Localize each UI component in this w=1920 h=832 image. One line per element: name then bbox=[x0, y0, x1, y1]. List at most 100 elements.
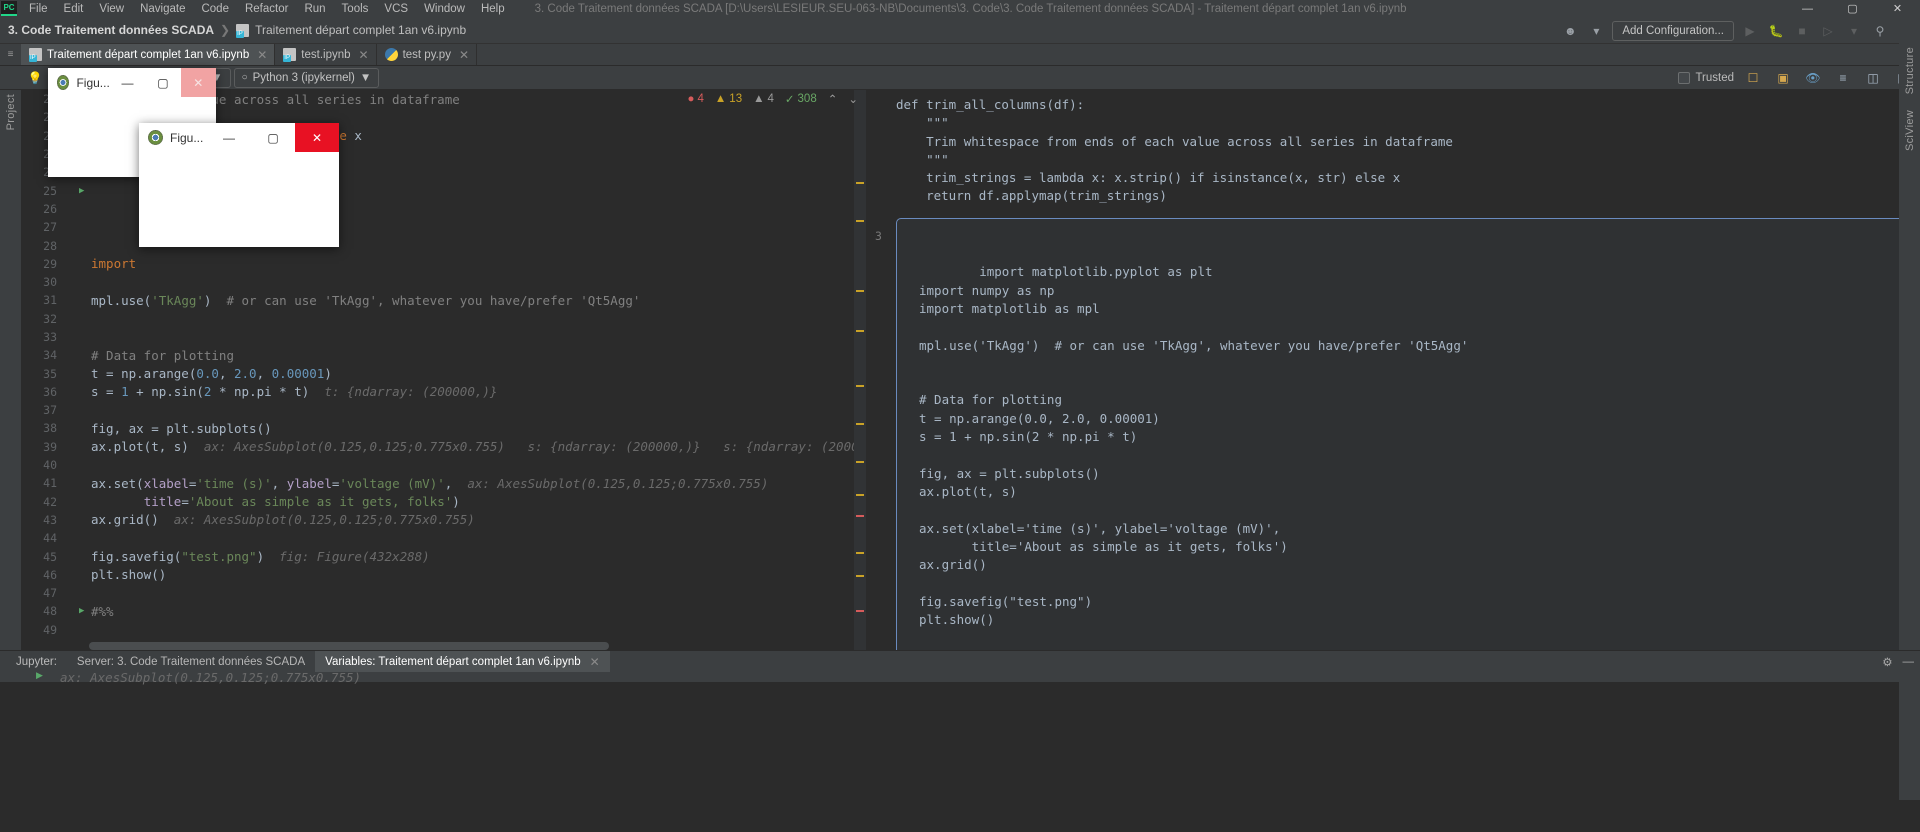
breadcrumb-file[interactable]: Traitement départ complet 1an v6.ipynb bbox=[255, 23, 466, 37]
menu-item-help[interactable]: Help bbox=[473, 2, 513, 16]
menu-item-edit[interactable]: Edit bbox=[56, 2, 92, 16]
trusted-checkbox[interactable]: Trusted bbox=[1678, 72, 1734, 84]
breadcrumb-separator: ❯ bbox=[220, 23, 230, 37]
close-button[interactable]: ✕ bbox=[295, 123, 339, 152]
add-configuration-button[interactable]: Add Configuration... bbox=[1612, 21, 1734, 41]
sciview-tool-label[interactable]: SciView bbox=[1904, 110, 1916, 151]
close-icon[interactable]: ✕ bbox=[359, 48, 369, 62]
menu-item-tools[interactable]: Tools bbox=[334, 2, 377, 16]
profile-icon[interactable]: ▾ bbox=[1844, 21, 1864, 41]
code-line[interactable]: 42 title='About as simple as it gets, fo… bbox=[21, 493, 866, 511]
code-line[interactable]: 40 bbox=[21, 456, 866, 474]
editor-marker-track[interactable] bbox=[854, 90, 866, 650]
weak-warning-count[interactable]: ▲ 4 bbox=[753, 93, 774, 105]
figure-window-2-titlebar[interactable]: Figu... — ▢ ✕ bbox=[139, 123, 339, 152]
figure-window-2[interactable]: Figu... — ▢ ✕ bbox=[139, 123, 339, 247]
code-line[interactable]: 38fig, ax = plt.subplots() bbox=[21, 419, 866, 437]
code-line[interactable]: 46plt.show() bbox=[21, 566, 866, 584]
typo-count[interactable]: ✓ 308 bbox=[785, 92, 817, 106]
code-text: ax.plot(t, s) ax: AxesSubplot(0.125,0.12… bbox=[89, 439, 866, 454]
line-number: 46 bbox=[21, 568, 67, 582]
code-line[interactable]: 34# Data for plotting bbox=[21, 346, 866, 364]
code-line[interactable]: 41ax.set(xlabel='time (s)', ylabel='volt… bbox=[21, 474, 866, 492]
breadcrumb-project[interactable]: 3. Code Traitement données SCADA bbox=[8, 23, 214, 37]
code-line[interactable]: 45fig.savefig("test.png") fig: Figure(43… bbox=[21, 547, 866, 565]
code-line[interactable]: 30 bbox=[21, 273, 866, 291]
search-icon[interactable]: ⚲ bbox=[1870, 21, 1890, 41]
warning-count[interactable]: ▲ 13 bbox=[715, 93, 742, 105]
menu-item-view[interactable]: View bbox=[91, 2, 132, 16]
code-line[interactable]: 44 bbox=[21, 529, 866, 547]
tab-test-notebook[interactable]: test.ipynb ✕ bbox=[275, 44, 376, 65]
markdown-icon[interactable]: ☐ bbox=[1742, 68, 1764, 88]
coverage-icon[interactable]: ▷ bbox=[1818, 21, 1838, 41]
close-icon[interactable]: ✕ bbox=[459, 48, 469, 62]
debug-icon[interactable]: 🐛 bbox=[1766, 21, 1786, 41]
window-controls: — ▢ ✕ bbox=[1785, 0, 1920, 17]
chevron-down-icon[interactable]: ▾ bbox=[1586, 21, 1606, 41]
kernel-selector[interactable]: ○ Python 3 (ipykernel) ▼ bbox=[234, 68, 380, 88]
close-icon[interactable]: ✕ bbox=[257, 48, 267, 62]
list-icon[interactable]: ≡ bbox=[1832, 68, 1854, 88]
editor-tab-bar: ≡ Traitement départ complet 1an v6.ipynb… bbox=[0, 44, 1920, 66]
error-circle-icon: ● bbox=[688, 93, 695, 105]
code-line[interactable]: 37 bbox=[21, 401, 866, 419]
structure-tool-label[interactable]: Structure bbox=[1904, 47, 1916, 94]
minimize-button[interactable]: — bbox=[110, 68, 145, 97]
error-count[interactable]: ● 4 bbox=[688, 93, 704, 105]
run-cell-icon[interactable]: ▶ bbox=[79, 186, 89, 196]
menu-item-vcs[interactable]: VCS bbox=[376, 2, 416, 16]
notebook-cell[interactable]: 3 import matplotlib.pyplot as plt import… bbox=[896, 218, 1906, 650]
expand-icon[interactable]: ⌄ bbox=[848, 92, 858, 106]
stop-icon[interactable]: ■ bbox=[1792, 21, 1812, 41]
figure-window-2-title: Figu... bbox=[170, 131, 207, 145]
horizontal-scrollbar[interactable] bbox=[89, 642, 609, 650]
code-line[interactable]: 43ax.grid() ax: AxesSubplot(0.125,0.125;… bbox=[21, 511, 866, 529]
run-cell-icon[interactable]: ▶ bbox=[79, 606, 89, 616]
code-line[interactable]: 32 bbox=[21, 310, 866, 328]
code-text: ax.grid() ax: AxesSubplot(0.125,0.125;0.… bbox=[89, 512, 475, 527]
close-button[interactable]: ✕ bbox=[181, 68, 216, 97]
code-line[interactable]: 36s = 1 + np.sin(2 * np.pi * t) t: {ndar… bbox=[21, 383, 866, 401]
tab-traitement-depart-notebook[interactable]: Traitement départ complet 1an v6.ipynb ✕ bbox=[21, 44, 275, 65]
menu-item-navigate[interactable]: Navigate bbox=[132, 2, 193, 16]
project-tool-label[interactable]: Project bbox=[5, 94, 17, 130]
menu-item-window[interactable]: Window bbox=[416, 2, 473, 16]
code-line[interactable]: 49 bbox=[21, 621, 866, 639]
maximize-button[interactable]: ▢ bbox=[251, 123, 295, 152]
user-icon[interactable]: ☻ bbox=[1560, 21, 1580, 41]
figure-window-1-title: Figu... bbox=[76, 76, 109, 90]
preview-icon[interactable]: 👁 bbox=[1802, 68, 1824, 88]
collapse-icon[interactable]: ⌃ bbox=[828, 92, 838, 106]
warning-triangle-icon: ▲ bbox=[753, 93, 764, 105]
code-line[interactable]: 47 bbox=[21, 584, 866, 602]
menu-item-refactor[interactable]: Refactor bbox=[237, 2, 296, 16]
run-icon[interactable]: ▶ bbox=[1740, 21, 1760, 41]
menu-item-code[interactable]: Code bbox=[193, 2, 237, 16]
menu-item-file[interactable]: File bbox=[21, 2, 56, 16]
maximize-button[interactable]: ▢ bbox=[145, 68, 180, 97]
menu-item-run[interactable]: Run bbox=[296, 2, 333, 16]
code-line[interactable]: 39ax.plot(t, s) ax: AxesSubplot(0.125,0.… bbox=[21, 438, 866, 456]
code-line[interactable]: 35t = np.arange(0.0, 2.0, 0.00001) bbox=[21, 364, 866, 382]
minimize-button[interactable]: — bbox=[1785, 0, 1830, 17]
lightbulb-icon[interactable]: 💡 bbox=[24, 68, 46, 88]
jupyter-variables-label: Variables: Traitement départ complet 1an… bbox=[325, 656, 580, 668]
code-line[interactable]: 48▶#%% bbox=[21, 602, 866, 620]
cell-code: import matplotlib.pyplot as plt import n… bbox=[919, 264, 1468, 627]
gear-icon[interactable]: ⚙ bbox=[1882, 655, 1892, 669]
split-icon[interactable]: ◫ bbox=[1862, 68, 1884, 88]
minimize-icon[interactable]: — bbox=[1903, 656, 1915, 668]
notebook-preview-pane[interactable]: def trim_all_columns(df): """ Trim white… bbox=[866, 90, 1920, 650]
code-line[interactable]: 31mpl.use('TkAgg') # or can use 'TkAgg',… bbox=[21, 291, 866, 309]
figure-window-1-titlebar[interactable]: Figu... — ▢ ✕ bbox=[48, 68, 216, 97]
minimize-button[interactable]: — bbox=[207, 123, 251, 152]
code-icon[interactable]: ▣ bbox=[1772, 68, 1794, 88]
close-icon[interactable]: ✕ bbox=[590, 655, 600, 669]
code-line[interactable]: 29import bbox=[21, 255, 866, 273]
maximize-button[interactable]: ▢ bbox=[1830, 0, 1875, 17]
tab-list-icon[interactable]: ≡ bbox=[0, 44, 21, 65]
close-button[interactable]: ✕ bbox=[1875, 0, 1920, 17]
code-line[interactable]: 33 bbox=[21, 328, 866, 346]
tab-test-py[interactable]: test py.py ✕ bbox=[377, 44, 477, 65]
